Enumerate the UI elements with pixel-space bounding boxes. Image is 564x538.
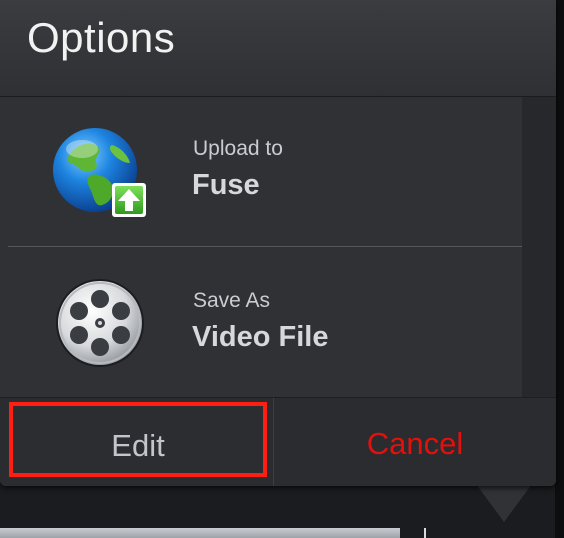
- upload-to-label: Upload to: [193, 137, 283, 160]
- upload-destination-label: Fuse: [192, 169, 260, 201]
- film-reel-icon: [50, 275, 150, 371]
- popover-header: Options: [0, 0, 556, 97]
- popover-footer: Edit Cancel: [0, 397, 556, 486]
- save-format-label: Video File: [192, 321, 329, 353]
- save-as-label: Save As: [193, 289, 271, 312]
- options-list: Upload to Fuse Save As Video File: [0, 97, 540, 397]
- background-edge: [555, 0, 564, 538]
- popover-title: Options: [27, 14, 176, 61]
- background-progress-strip: [0, 528, 400, 538]
- edit-button-label: Edit: [111, 428, 165, 463]
- cancel-button-label: Cancel: [366, 426, 464, 461]
- globe-upload-icon: [50, 125, 150, 221]
- cancel-button[interactable]: Cancel: [274, 402, 556, 482]
- list-scroll-track: [522, 97, 556, 397]
- popover-arrow: [476, 484, 532, 522]
- edit-button[interactable]: Edit: [9, 402, 267, 477]
- screen: Options Upload to Fuse Save As Video Fil…: [0, 0, 564, 538]
- options-popover: Options Upload to Fuse Save As Video Fil…: [0, 0, 556, 486]
- option-save-as-video-file[interactable]: Save As Video File: [0, 247, 540, 397]
- option-upload-to-fuse[interactable]: Upload to Fuse: [0, 97, 540, 247]
- background-tick: [424, 528, 426, 538]
